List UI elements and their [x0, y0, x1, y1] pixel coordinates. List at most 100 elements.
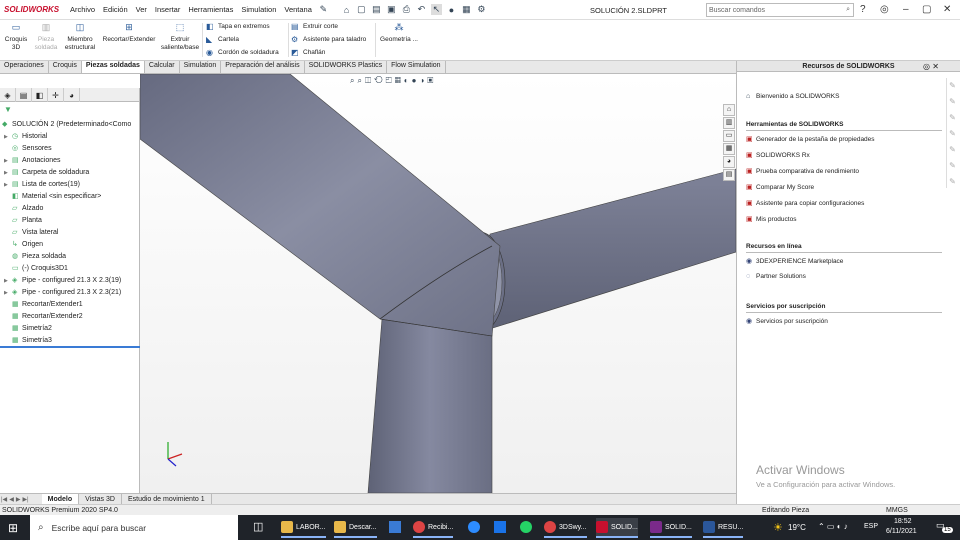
maximize-icon[interactable]: ▢	[922, 4, 931, 15]
tree-item[interactable]: ▶ ▤ Carpeta de soldadura	[4, 168, 89, 176]
nav-first-icon[interactable]: |◀	[1, 496, 7, 503]
tab-flow-simulation[interactable]: Flow Simulation	[387, 61, 446, 73]
taskbar-app-3dswym[interactable]: 3DSwy...	[544, 518, 587, 538]
chaflan-button[interactable]: ◩ Chaflán	[291, 48, 325, 57]
expand-arrow-icon[interactable]: ▶	[4, 290, 12, 296]
nav-next-icon[interactable]: ▶	[16, 496, 21, 503]
close-icon[interactable]: ✕	[943, 4, 951, 15]
welcome-link[interactable]: ⌂ Bienvenido a SOLIDWORKS	[746, 93, 839, 100]
heads-up-view-toolbar[interactable]: ⌕⌕◫⟲◰▦◐●◑▣	[350, 76, 436, 86]
tree-item[interactable]: ▶ ▤ Lista de cortes(19)	[4, 180, 80, 188]
tapa-extremos-button[interactable]: ◧ Tapa en extremos	[206, 22, 270, 31]
filter-icon[interactable]: ▼	[4, 105, 12, 114]
taskbar-search[interactable]: ⌕ Escribe aquí para buscar	[30, 515, 238, 540]
extruir-saliente-button[interactable]: ⬚ Extruir saliente/base	[160, 23, 200, 51]
expand-arrow-icon[interactable]: ▶	[4, 158, 12, 164]
menu-edicion[interactable]: Edición	[99, 5, 132, 14]
tool-link[interactable]: ▣ Asistente para copiar configuraciones	[746, 199, 864, 208]
file-properties-icon[interactable]: ▦	[461, 4, 472, 15]
weather-icon[interactable]: ☀	[773, 521, 783, 534]
pipe-model[interactable]	[140, 74, 736, 493]
pin-icon[interactable]: ✎	[318, 4, 329, 15]
tree-root[interactable]: ◆ SOLUCIÓN 2 (Predeterminado<Como	[2, 120, 131, 128]
taskbar-app-solidworks-1[interactable]: SOLID...	[596, 518, 638, 538]
expand-arrow-icon[interactable]: ▶	[4, 182, 12, 188]
search-commands-input[interactable]: Buscar comandos ⌕	[706, 3, 854, 17]
taskbar-app-solidworks-2[interactable]: SOLID...	[650, 518, 692, 538]
tree-item[interactable]: ▦ Simetría3	[4, 336, 52, 344]
tree-item[interactable]: ↳ Origen	[4, 240, 43, 248]
tab-modelo[interactable]: Modelo	[41, 493, 80, 505]
tab-vistas-3d[interactable]: Vistas 3D	[79, 493, 122, 505]
tree-item[interactable]: ▭ (-) Croquis3D1	[4, 264, 68, 272]
new-file-icon[interactable]: ▢	[356, 4, 367, 15]
tool-link[interactable]: ▣ Generador de la pestaña de propiedades	[746, 135, 875, 144]
cordon-soldadura-button[interactable]: ◉ Cordón de soldadura	[206, 48, 279, 57]
expand-arrow-icon[interactable]: ▶	[4, 170, 12, 176]
geometria-button[interactable]: ⁂ Geometría ...	[378, 23, 420, 44]
display-manager-tab-icon[interactable]: ◕	[64, 88, 80, 102]
home-icon[interactable]: ⌂	[341, 4, 352, 15]
minimize-icon[interactable]: –	[903, 4, 909, 15]
configuration-tab-icon[interactable]: ◧	[32, 88, 48, 102]
tab-simulation[interactable]: Simulation	[180, 61, 222, 73]
clock-time[interactable]: 18:52	[894, 518, 912, 525]
tree-item[interactable]: ▶ ▤ Anotaciones	[4, 156, 61, 164]
pieza-soldada-button[interactable]: ▥ Pieza soldada	[32, 23, 60, 51]
tab-croquis[interactable]: Croquis	[49, 61, 82, 73]
task-pane-controls[interactable]: ◎ ✕	[923, 62, 939, 71]
menu-insertar[interactable]: Insertar	[151, 5, 184, 14]
whatsapp-icon[interactable]	[520, 521, 532, 533]
custom-properties-icon[interactable]: ▤	[723, 169, 735, 181]
tree-item[interactable]: ◍ Pieza soldada	[4, 252, 66, 260]
nav-last-icon[interactable]: ▶|	[22, 496, 28, 503]
expand-arrow-icon[interactable]: ▶	[4, 278, 12, 284]
dimxpert-tab-icon[interactable]: ✛	[48, 88, 64, 102]
file-explorer-icon[interactable]: ▭	[723, 130, 735, 142]
appearances-icon[interactable]: ◕	[723, 156, 735, 168]
tool-link[interactable]: ▣ Mis productos	[746, 215, 796, 224]
tree-item[interactable]: ▶ ◈ Pipe - configured 21.3 X 2.3(21)	[4, 288, 121, 296]
tree-item[interactable]: ◎ Sensores	[4, 144, 52, 152]
design-library-icon[interactable]: ▥	[723, 117, 735, 129]
tab-calcular[interactable]: Calcular	[145, 61, 180, 73]
menu-ventana[interactable]: Ventana	[280, 5, 316, 14]
asistente-taladro-button[interactable]: ⚙ Asistente para taladro	[291, 35, 366, 44]
tab-operaciones[interactable]: Operaciones	[0, 61, 49, 73]
language-indicator[interactable]: ESP	[864, 523, 878, 530]
menu-herramientas[interactable]: Herramientas	[184, 5, 237, 14]
tool-link[interactable]: ▣ Comparar My Score	[746, 183, 814, 192]
calendar-icon[interactable]	[389, 521, 401, 533]
recortar-extender-button[interactable]: ⊞ Recortar/Extender	[100, 23, 158, 44]
search-icon[interactable]: ⌕	[846, 6, 850, 14]
options-icon[interactable]: ⚙	[476, 4, 487, 15]
croquis-3d-button[interactable]: ▭ Croquis 3D	[2, 23, 30, 51]
menu-ver[interactable]: Ver	[132, 5, 151, 14]
system-tray-icons[interactable]: ⌃ ▭ ◐ ♪	[818, 522, 848, 531]
select-icon[interactable]: ↖	[430, 4, 442, 15]
undo-icon[interactable]: ↶	[416, 4, 427, 15]
print-icon[interactable]: ⎙	[401, 4, 412, 15]
property-manager-tab-icon[interactable]: ▤	[16, 88, 32, 102]
tab-estudio-movimiento[interactable]: Estudio de movimiento 1	[122, 493, 212, 505]
view-palette-icon[interactable]: ▦	[723, 143, 735, 155]
temperature[interactable]: 19°C	[788, 523, 806, 532]
graphics-viewport[interactable]: ⌕⌕◫⟲◰▦◐●◑▣ ▫ ▢ ✕	[140, 74, 736, 493]
marketplace-link[interactable]: ◉ 3DEXPERIENCE Marketplace	[746, 257, 843, 266]
feature-tree-tab-icon[interactable]: ◈	[0, 88, 16, 102]
tree-item[interactable]: ▱ Planta	[4, 216, 42, 224]
partner-solutions-link[interactable]: ◌ Partner Solutions	[746, 273, 806, 280]
zoom-icon[interactable]	[468, 521, 480, 533]
tool-link[interactable]: ▣ SOLIDWORKS Rx	[746, 151, 810, 160]
home-tab-icon[interactable]: ⌂	[723, 104, 735, 116]
tree-item[interactable]: ▦ Recortar/Extender2	[4, 312, 83, 320]
taskbar-app-descargas[interactable]: Descar...	[334, 518, 377, 538]
tree-item[interactable]: ▦ Simetría2	[4, 324, 52, 332]
menu-archivo[interactable]: Archivo	[66, 5, 99, 14]
miembro-estructural-button[interactable]: ◫ Miembro estructural	[62, 23, 98, 51]
windows-start-icon[interactable]: ⊞	[8, 521, 18, 535]
taskbar-app-labor[interactable]: LABOR...	[281, 518, 326, 538]
account-icon[interactable]: ◎	[880, 4, 889, 15]
right-side-toolbar[interactable]: ✎ ✎ ✎ ✎ ✎ ✎ ✎	[946, 78, 958, 188]
meet-icon[interactable]	[494, 521, 506, 533]
